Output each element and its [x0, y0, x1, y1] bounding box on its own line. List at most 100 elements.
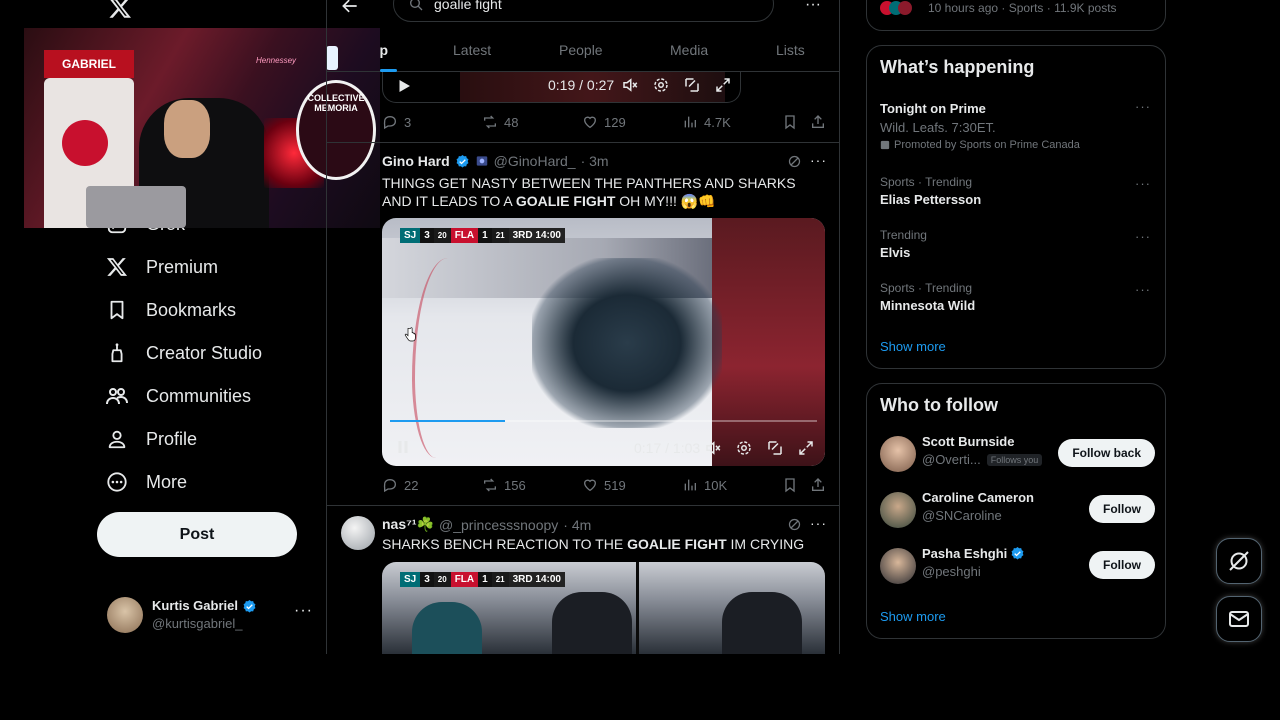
trend-name[interactable]: Minnesota Wild: [880, 298, 975, 313]
video-progress-bar[interactable]: [390, 420, 817, 422]
author-handle[interactable]: @_princesssnoopy: [439, 517, 558, 533]
sidebar-item-creator-studio[interactable]: Creator Studio: [104, 333, 262, 373]
messages-floating-button[interactable]: [1216, 596, 1262, 642]
communities-icon: [104, 383, 130, 409]
search-icon: [408, 0, 424, 12]
like-button[interactable]: 129: [582, 114, 626, 130]
trend-more-icon[interactable]: ···: [1135, 176, 1151, 191]
whats-happening-card: What’s happening Tonight on Prime Wild. …: [866, 45, 1166, 369]
follow-button[interactable]: Follow: [1089, 551, 1155, 579]
avatar[interactable]: [341, 516, 375, 550]
grok-floating-button[interactable]: [1216, 538, 1262, 584]
follow-suggestion[interactable]: Pasha Eshghi @peshghi Follow: [880, 546, 1155, 586]
sidebar-item-communities[interactable]: Communities: [104, 376, 251, 416]
tab-top[interactable]: Top: [380, 42, 388, 58]
pip-icon[interactable]: [766, 439, 784, 457]
play-icon[interactable]: [395, 77, 413, 95]
search-more-icon[interactable]: ···: [805, 0, 821, 14]
author-name[interactable]: Gino Hard: [382, 153, 450, 169]
share-icon[interactable]: [810, 477, 826, 493]
video-player[interactable]: 0:19 / 0:27: [382, 72, 741, 103]
tweet-text-highlight: GOALIE FIGHT: [627, 536, 727, 552]
reply-button[interactable]: 3: [382, 114, 411, 130]
back-arrow-icon[interactable]: [340, 0, 360, 16]
mute-icon[interactable]: [621, 76, 639, 94]
bookmark-icon[interactable]: [782, 477, 798, 493]
tab-lists[interactable]: Lists: [776, 42, 805, 58]
column-divider: [326, 0, 327, 654]
like-count: 129: [604, 114, 626, 130]
account-switcher[interactable]: Kurtis Gabriel @kurtisgabriel_ ···: [107, 596, 319, 634]
show-more-link[interactable]: Show more: [880, 339, 946, 354]
follow-suggestion[interactable]: Scott Burnside @Overti... Follows you Fo…: [880, 434, 1155, 474]
trend-more-icon[interactable]: ···: [1135, 282, 1151, 297]
scorebug-team: SJ: [400, 572, 421, 587]
search-input[interactable]: goalie fight: [393, 0, 774, 22]
fullscreen-icon[interactable]: [714, 76, 732, 94]
tweet-time[interactable]: · 3m: [581, 153, 609, 169]
author-name[interactable]: nas⁷¹☘️: [382, 516, 434, 533]
tweet-text-part: IM CRYING: [726, 536, 805, 552]
trend-more-icon[interactable]: ···: [1135, 99, 1151, 114]
trend-meta: Sports · Trending: [880, 281, 973, 295]
sidebar-item-premium[interactable]: Premium: [104, 247, 218, 287]
creator-studio-icon: [104, 340, 130, 366]
search-query: goalie fight: [434, 0, 502, 12]
tweet-more-icon[interactable]: ···: [810, 152, 827, 168]
follow-back-button[interactable]: Follow back: [1058, 439, 1155, 467]
trend-meta: 10 hours ago · Sports · 11.9K posts: [928, 1, 1117, 15]
follow-suggestion[interactable]: Caroline Cameron @SNCaroline Follow: [880, 490, 1155, 530]
bookmark-icon[interactable]: [782, 114, 798, 130]
trend-name[interactable]: Elias Pettersson: [880, 192, 981, 207]
trend-card-partial[interactable]: 10 hours ago · Sports · 11.9K posts: [866, 0, 1166, 31]
tweet-video[interactable]: SJ 3 20 FLA 1 21 3RD 14:00 0:17 / 1:03: [382, 218, 825, 466]
tab-media[interactable]: Media: [670, 42, 708, 58]
video-controls: 0:17 / 1:03: [382, 434, 825, 462]
scorebug-shots: 20: [433, 572, 451, 587]
settings-gear-icon[interactable]: [652, 76, 670, 94]
post-button[interactable]: Post: [97, 512, 297, 557]
x-logo-icon[interactable]: [108, 0, 132, 20]
show-more-link[interactable]: Show more: [880, 609, 946, 624]
tweet-video[interactable]: SJ 3 20 FLA 1 21 3RD 14:00: [382, 562, 825, 654]
views-chart-icon: [684, 116, 696, 128]
coach-figure: [552, 592, 632, 654]
avatar: [880, 548, 916, 584]
scorebug-clock: 3RD 14:00: [508, 572, 565, 587]
trend-name[interactable]: Elvis: [880, 245, 910, 260]
fullscreen-icon[interactable]: [797, 439, 815, 457]
tweet-actions: 22 156 519 10K: [382, 477, 827, 497]
pip-icon[interactable]: [683, 76, 701, 94]
column-divider: [839, 0, 840, 654]
follow-button[interactable]: Follow: [1089, 495, 1155, 523]
tweet-separator: [327, 142, 839, 143]
author-handle[interactable]: @GinoHard_: [494, 153, 576, 169]
sidebar-item-bookmarks[interactable]: Bookmarks: [104, 290, 236, 330]
settings-gear-icon[interactable]: [735, 439, 753, 457]
tab-latest[interactable]: Latest: [453, 42, 491, 58]
mute-icon[interactable]: [704, 439, 722, 457]
repost-count: 156: [504, 477, 526, 493]
trend-more-icon[interactable]: ···: [1135, 229, 1151, 244]
tweet-time[interactable]: · 4m: [563, 517, 591, 533]
grok-explain-icon[interactable]: [787, 154, 802, 169]
views-button[interactable]: 4.7K: [682, 114, 731, 130]
promo-title[interactable]: Tonight on Prime: [880, 101, 986, 116]
avatar: [898, 1, 912, 15]
pause-icon[interactable]: [394, 438, 412, 456]
grok-icon: [1227, 549, 1251, 573]
grok-explain-icon[interactable]: [787, 517, 802, 532]
verified-badge-icon: [1010, 546, 1025, 561]
repost-button[interactable]: 48: [482, 114, 518, 130]
more-circle-icon: [104, 469, 130, 495]
account-more-icon[interactable]: ···: [294, 602, 313, 620]
sidebar-item-more[interactable]: More: [104, 462, 187, 502]
tab-people[interactable]: People: [559, 42, 603, 58]
reply-button[interactable]: 22: [382, 477, 418, 493]
repost-button[interactable]: 156: [482, 477, 526, 493]
tweet-more-icon[interactable]: ···: [810, 515, 827, 531]
views-button[interactable]: 10K: [682, 477, 727, 493]
sidebar-item-profile[interactable]: Profile: [104, 419, 197, 459]
share-icon[interactable]: [810, 114, 826, 130]
like-button[interactable]: 519: [582, 477, 626, 493]
